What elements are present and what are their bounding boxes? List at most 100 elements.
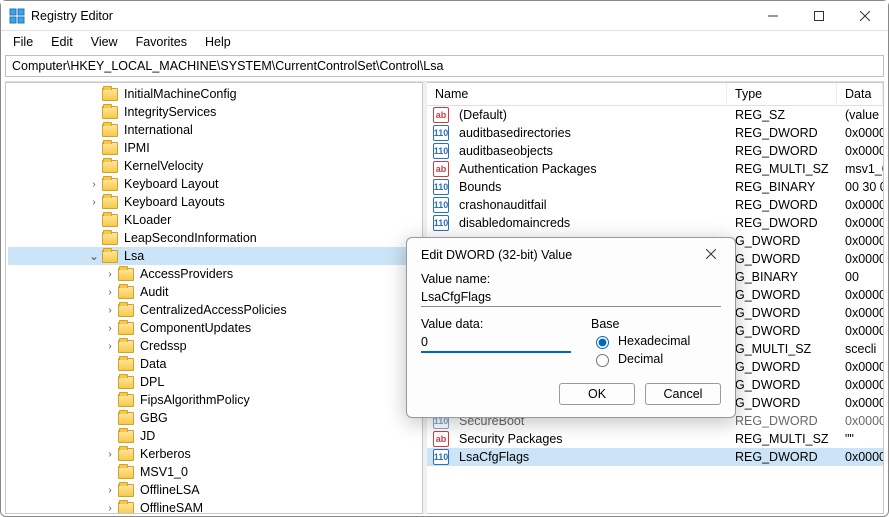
expand-icon[interactable] (104, 323, 116, 334)
minimize-button[interactable] (750, 1, 796, 31)
tree-item[interactable]: IntegrityServices (8, 103, 422, 121)
cell-data: 0x00000000 (837, 144, 883, 158)
cell-data: 0x00000000 (837, 126, 883, 140)
value-name-field[interactable] (421, 288, 721, 307)
expand-icon[interactable] (88, 197, 100, 208)
tree-item[interactable]: JD (8, 427, 422, 445)
col-header-data[interactable]: Data (837, 83, 883, 105)
cell-type: REG_DWORD (727, 414, 837, 428)
list-row[interactable]: 110auditbaseobjectsREG_DWORD0x00000000 (427, 142, 883, 160)
radio-decimal[interactable]: Decimal (591, 351, 721, 367)
list-row[interactable]: 110disabledomaincredsREG_DWORD0x00000000 (427, 214, 883, 232)
expand-icon[interactable] (104, 503, 116, 514)
tree-item[interactable]: Keyboard Layouts (8, 193, 422, 211)
radio-hexadecimal[interactable]: Hexadecimal (591, 333, 721, 349)
folder-icon (118, 304, 134, 317)
radio-decimal-input[interactable] (596, 354, 609, 367)
tree-item[interactable]: GBG (8, 409, 422, 427)
tree-item[interactable]: IPMI (8, 139, 422, 157)
expand-icon[interactable] (104, 269, 116, 280)
cell-data: 0x00000000 (837, 396, 883, 410)
list-row[interactable]: 110auditbasedirectoriesREG_DWORD0x000000… (427, 124, 883, 142)
tree-item[interactable]: ComponentUpdates (8, 319, 422, 337)
maximize-button[interactable] (796, 1, 842, 31)
cell-type: G_DWORD (727, 234, 837, 248)
list-row[interactable]: 110crashonauditfailREG_DWORD0x00000000 (427, 196, 883, 214)
cell-name: LsaCfgFlags (451, 450, 727, 464)
cell-data: 0x00000000 (837, 450, 883, 464)
expand-icon[interactable] (104, 449, 116, 460)
expand-icon[interactable] (104, 287, 116, 298)
list-row[interactable]: abSecurity PackagesREG_MULTI_SZ"" (427, 430, 883, 448)
list-row[interactable]: abAuthentication PackagesREG_MULTI_SZmsv… (427, 160, 883, 178)
tree-item[interactable]: KLoader (8, 211, 422, 229)
tree-item[interactable]: Lsa (8, 247, 422, 265)
expand-icon[interactable] (104, 305, 116, 316)
menu-edit[interactable]: Edit (47, 33, 77, 51)
list-row[interactable]: 110LsaCfgFlagsREG_DWORD0x00000000 (427, 448, 883, 466)
cell-name: (Default) (451, 108, 727, 122)
dialog-close-button[interactable] (701, 248, 721, 262)
tree-item[interactable]: LeapSecondInformation (8, 229, 422, 247)
tree-item[interactable]: Keyboard Layout (8, 175, 422, 193)
regedit-icon (9, 8, 25, 24)
tree-item[interactable]: Credssp (8, 337, 422, 355)
tree-item[interactable]: FipsAlgorithmPolicy (8, 391, 422, 409)
ok-button[interactable]: OK (559, 383, 635, 405)
cell-data: 0x00000000 (837, 414, 883, 428)
list-row[interactable]: ab(Default)REG_SZ(value not set) (427, 106, 883, 124)
folder-icon (118, 484, 134, 497)
expand-icon[interactable] (104, 341, 116, 352)
menu-help[interactable]: Help (201, 33, 235, 51)
tree-item[interactable]: OfflineLSA (8, 481, 422, 499)
cell-name: Bounds (451, 180, 727, 194)
close-icon (860, 11, 870, 21)
tree-item[interactable]: CentralizedAccessPolicies (8, 301, 422, 319)
expand-icon[interactable] (88, 249, 100, 263)
tree-item-label: IntegrityServices (122, 105, 218, 119)
cell-name: Security Packages (451, 432, 727, 446)
list-row[interactable]: 110BoundsREG_BINARY00 30 00 (427, 178, 883, 196)
menu-favorites[interactable]: Favorites (132, 33, 191, 51)
close-icon (706, 249, 716, 259)
folder-icon (102, 214, 118, 227)
cell-type: G_DWORD (727, 288, 837, 302)
tree-item[interactable]: OfflineSAM (8, 499, 422, 514)
folder-icon (102, 106, 118, 119)
cell-name: disabledomaincreds (451, 216, 727, 230)
cell-data: msv1_0 (837, 162, 883, 176)
expand-icon[interactable] (104, 485, 116, 496)
value-data-field[interactable] (421, 333, 571, 353)
tree-item[interactable]: International (8, 121, 422, 139)
tree-item[interactable]: MSV1_0 (8, 463, 422, 481)
tree-item-label: KLoader (122, 213, 173, 227)
binary-value-icon: 110 (433, 449, 449, 465)
menu-view[interactable]: View (87, 33, 122, 51)
folder-icon (118, 466, 134, 479)
tree-item-label: AccessProviders (138, 267, 235, 281)
tree-item[interactable]: DPL (8, 373, 422, 391)
tree-item[interactable]: KernelVelocity (8, 157, 422, 175)
cell-name: auditbasedirectories (451, 126, 727, 140)
cell-name: auditbaseobjects (451, 144, 727, 158)
radio-hexadecimal-input[interactable] (596, 336, 609, 349)
address-bar[interactable]: Computer\HKEY_LOCAL_MACHINE\SYSTEM\Curre… (5, 55, 884, 77)
tree-view[interactable]: InitialMachineConfig IntegrityServices Int… (5, 82, 423, 514)
close-button[interactable] (842, 1, 888, 31)
tree-item[interactable]: Kerberos (8, 445, 422, 463)
cell-type: REG_SZ (727, 108, 837, 122)
cell-type: G_BINARY (727, 270, 837, 284)
tree-item[interactable]: Data (8, 355, 422, 373)
cell-data: scecli (837, 342, 883, 356)
menu-file[interactable]: File (9, 33, 37, 51)
tree-item[interactable]: Audit (8, 283, 422, 301)
tree-item-label: CentralizedAccessPolicies (138, 303, 289, 317)
col-header-type[interactable]: Type (727, 83, 837, 105)
expand-icon[interactable] (88, 179, 100, 190)
col-header-name[interactable]: Name (427, 83, 727, 105)
folder-icon (118, 430, 134, 443)
cancel-button[interactable]: Cancel (645, 383, 721, 405)
tree-item[interactable]: InitialMachineConfig (8, 85, 422, 103)
cell-data: 0x00000000 (837, 198, 883, 212)
tree-item[interactable]: AccessProviders (8, 265, 422, 283)
